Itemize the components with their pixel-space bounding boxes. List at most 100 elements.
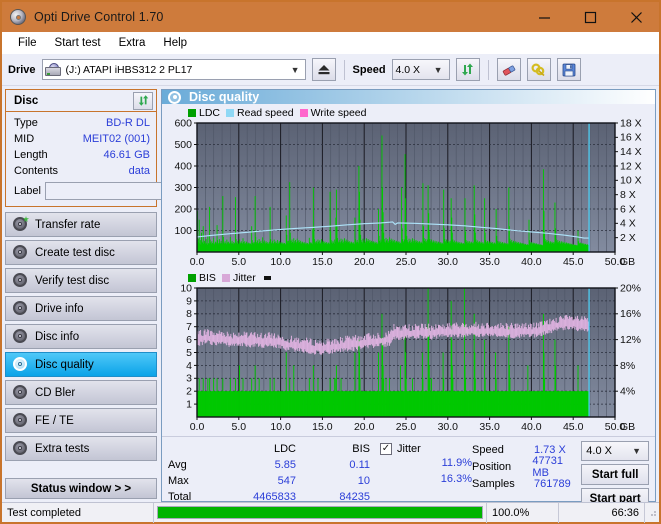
svg-text:45.0: 45.0 [563, 421, 584, 433]
drive-label: Drive [8, 63, 36, 76]
stats-header-row: LDC BIS [168, 441, 380, 457]
svg-text:GB: GB [620, 421, 635, 433]
stats-row-max: Max 547 10 [168, 473, 380, 489]
chevron-down-icon: ▼ [433, 64, 443, 75]
maximize-icon[interactable] [567, 2, 613, 32]
stats-header-bis: BIS [352, 443, 370, 455]
svg-text:25.0: 25.0 [396, 421, 417, 433]
sidebar-item-label: Disc quality [35, 358, 94, 371]
sidebar-item-label: Transfer rate [35, 218, 101, 231]
right-panel: Disc quality LDC Read speed Write speed [161, 89, 656, 509]
svg-text:25.0: 25.0 [396, 256, 417, 268]
legend-write-speed: Write speed [299, 107, 367, 119]
svg-text:35.0: 35.0 [479, 421, 500, 433]
chevron-down-icon: ▼ [290, 64, 300, 75]
legend-ldc: LDC [188, 107, 220, 119]
menu-extra[interactable]: Extra [111, 35, 154, 51]
stats-table: LDC BIS Avg 5.85 0.11 Max 547 10 Total 4… [168, 441, 380, 509]
stats-header-ldc: LDC [273, 443, 296, 455]
stats-row-avg-ldc: 5.85 [274, 459, 296, 471]
svg-text:40.0: 40.0 [521, 256, 542, 268]
svg-text:0.0: 0.0 [190, 421, 205, 433]
eraser-button[interactable] [496, 58, 521, 81]
speed-select[interactable]: 4.0 X ▼ [391, 59, 450, 80]
svg-text:15.0: 15.0 [312, 256, 333, 268]
action-buttons: 4.0 X ▼ Start full Start part [581, 441, 651, 509]
jitter-checkbox[interactable]: ✓ [380, 443, 392, 455]
sidebar-item-fe-te[interactable]: FE / TE [5, 408, 157, 433]
samples-key: Samples [472, 477, 515, 490]
eject-button[interactable] [311, 58, 336, 81]
svg-text:GB: GB [620, 256, 635, 268]
sidebar-item-create-test-disc[interactable]: Create test disc [5, 240, 157, 265]
svg-text:1: 1 [186, 399, 192, 411]
stats-row-avg: Avg 5.85 0.11 [168, 457, 380, 473]
sidebar-item-label: Disc info [35, 330, 80, 343]
disc-row-mid-key: MID [14, 133, 35, 145]
svg-text:2: 2 [186, 386, 192, 398]
sidebar-item-verify-test-disc[interactable]: Verify test disc [5, 268, 157, 293]
svg-text:20%: 20% [620, 284, 641, 294]
speed-column: Speed 1.73 X Position 47731 MB Samples 7… [472, 441, 581, 509]
sidebar-item-extra-tests[interactable]: Extra tests [5, 436, 157, 461]
close-icon[interactable] [613, 2, 659, 32]
disc-info-rows: Type BD-R DL MID MEIT02 (001) Length 46.… [6, 112, 248, 206]
ldc-chart-legend: LDC Read speed Write speed [164, 106, 653, 119]
status-message: Test completed [2, 502, 154, 523]
svg-text:20.0: 20.0 [354, 256, 375, 268]
samples-row: Samples 761789 [472, 475, 581, 492]
bis-jitter-chart: 1 2 3 4 5 6 7 8 9 10 4% 8% 12% 16% 20% 0.0 5.0 10.0 15.0 20… [164, 284, 653, 436]
svg-text:16%: 16% [620, 308, 641, 320]
legend-marker [262, 275, 274, 280]
samples-value: 761789 [534, 477, 571, 490]
sidebar-item-cd-bler[interactable]: CD Bler [5, 380, 157, 405]
svg-text:6 X: 6 X [620, 203, 636, 215]
nav-list: Transfer rate Create test disc Verify te… [5, 212, 157, 461]
sidebar-item-drive-info[interactable]: Drive info [5, 296, 157, 321]
disc-icon [13, 245, 28, 260]
legend-ldc-label: LDC [199, 106, 221, 119]
disc-row-mid: MID MEIT02 (001) [14, 131, 150, 147]
svg-text:4%: 4% [620, 386, 635, 398]
speed-label: Speed [352, 63, 386, 76]
svg-text:6: 6 [186, 334, 192, 346]
svg-text:4 X: 4 X [620, 218, 636, 230]
test-speed-select[interactable]: 4.0 X ▼ [581, 441, 649, 461]
stats-row-max-ldc: 547 [277, 475, 296, 487]
svg-text:7: 7 [186, 321, 192, 333]
disc-row-type-key: Type [14, 117, 38, 129]
disc-row-length: Length 46.61 GB [14, 147, 150, 163]
menu-start-test[interactable]: Start test [47, 35, 109, 51]
drive-select-value: (J:) ATAPI iHBS312 2 PL17 [65, 63, 193, 76]
key-button[interactable] [526, 58, 551, 81]
disc-row-length-key: Length [14, 149, 48, 161]
save-button[interactable] [556, 58, 581, 81]
legend-bis-label: BIS [199, 271, 216, 284]
status-window-button[interactable]: Status window > > [5, 478, 157, 499]
sidebar-item-disc-info[interactable]: Disc info [5, 324, 157, 349]
menu-bar: File Start test Extra Help [2, 32, 659, 54]
sidebar-item-disc-quality[interactable]: Disc quality [5, 352, 157, 377]
legend-jitter: Jitter [221, 272, 256, 284]
jitter-column: ✓ Jitter 11.9% 16.3% [380, 441, 472, 509]
page-title: Disc quality [189, 90, 260, 104]
disc-icon [13, 385, 28, 400]
menu-help[interactable]: Help [155, 35, 195, 51]
sidebar-item-transfer-rate[interactable]: Transfer rate [5, 212, 157, 237]
refresh-button[interactable] [455, 58, 480, 81]
start-full-button[interactable]: Start full [581, 464, 649, 485]
sidebar-item-label: FE / TE [35, 414, 74, 427]
svg-text:500: 500 [174, 139, 192, 151]
drive-select[interactable]: (J:) ATAPI iHBS312 2 PL17 ▼ [41, 59, 306, 80]
disc-row-mid-value: MEIT02 (001) [82, 133, 150, 145]
disc-icon [13, 413, 28, 428]
stats-row-max-bis: 10 [357, 475, 370, 487]
menu-file[interactable]: File [10, 35, 45, 51]
resize-grip-icon[interactable] [645, 507, 659, 519]
sidebar-item-label: Verify test disc [35, 274, 110, 287]
disc-row-length-value: 46.61 GB [103, 149, 150, 161]
minimize-icon[interactable] [521, 2, 567, 32]
disc-refresh-button[interactable] [133, 91, 153, 110]
stats-panel: LDC BIS Avg 5.85 0.11 Max 547 10 Total 4… [162, 436, 655, 511]
disc-box-title: Disc [14, 94, 39, 107]
